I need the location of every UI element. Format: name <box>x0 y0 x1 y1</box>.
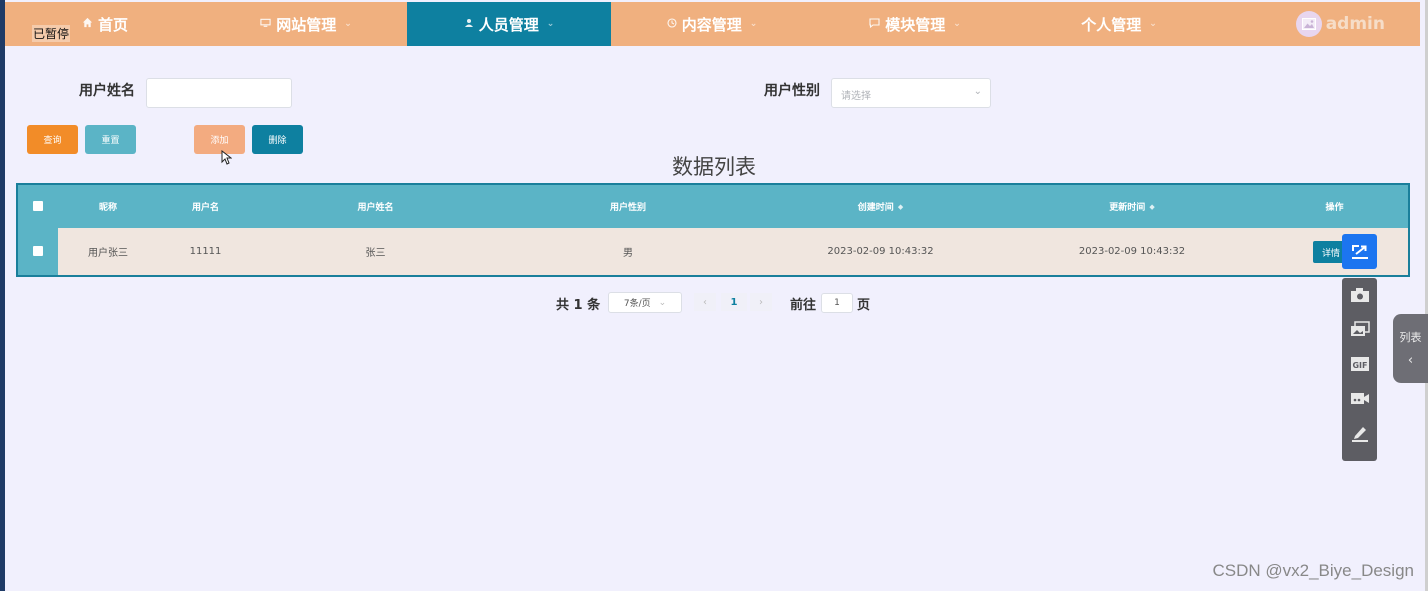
monitor-icon <box>260 18 271 31</box>
nav-item-content[interactable]: 内容管理 ⌄ <box>611 2 813 46</box>
user-menu[interactable]: admin <box>1295 2 1385 46</box>
column-header: 用户名 <box>191 203 219 213</box>
name-input[interactable] <box>146 78 292 108</box>
chevron-down-icon: ⌄ <box>973 86 982 97</box>
sort-icon[interactable]: ◆ <box>1149 203 1154 211</box>
nav-item-website[interactable]: 网站管理 ⌄ <box>205 2 407 46</box>
side-list-tab[interactable]: 列表 ‹ <box>1393 314 1428 383</box>
svg-text:GIF: GIF <box>1352 361 1367 370</box>
goto-suffix: 页 <box>857 298 871 313</box>
home-icon <box>82 17 93 31</box>
table-cell: 张三 <box>365 248 386 259</box>
chevron-down-icon: ⌄ <box>953 19 961 29</box>
row-checkbox[interactable] <box>33 246 43 256</box>
column-header: 用户姓名 <box>357 203 394 213</box>
screenshot-scroll-icon[interactable] <box>1349 320 1370 338</box>
nav-label: 内容管理 <box>681 15 742 34</box>
column-header: 用户性别 <box>609 203 646 213</box>
chevron-down-icon: ⌄ <box>658 297 667 308</box>
table-cell: 2023-02-09 10:43:32 <box>827 246 934 257</box>
watermark: CSDN @vx2_Biye_Design <box>1212 561 1414 580</box>
nav-label: 模块管理 <box>885 15 946 34</box>
prev-page-button[interactable]: ‹ <box>694 293 716 311</box>
side-list-label: 列表 <box>1399 331 1422 344</box>
top-nav: 首页 网站管理 ⌄ 人员管理 ⌄ 内容管理 ⌄ 模块管理 ⌄ 个人管理 ⌄ ad… <box>5 2 1420 46</box>
pen-icon[interactable] <box>1349 424 1370 442</box>
table-header: 昵称 用户名 用户姓名 用户性别 创建时间 ◆ 更新时间 ◆ 操作 <box>18 185 1408 228</box>
user-name: admin <box>1325 14 1385 34</box>
nav-label: 人员管理 <box>478 15 539 34</box>
nav-item-modules[interactable]: 模块管理 ⌄ <box>813 2 1017 46</box>
nav-label: 网站管理 <box>276 15 337 34</box>
add-button[interactable]: 添加 <box>194 125 245 154</box>
goto-page-input[interactable]: 1 <box>821 293 853 313</box>
query-button[interactable]: 查询 <box>27 125 78 154</box>
chevron-down-icon: ⌄ <box>749 19 758 29</box>
pagination-total: 共 1 条 <box>556 298 601 313</box>
column-header: 操作 <box>1325 203 1344 213</box>
left-window-edge <box>0 0 5 591</box>
data-table: 昵称 用户名 用户姓名 用户性别 创建时间 ◆ 更新时间 ◆ 操作 用户张三 111… <box>16 183 1410 277</box>
chevron-down-icon: ⌄ <box>1149 19 1157 29</box>
row-select-cell <box>18 228 58 275</box>
gender-select[interactable]: 请选择 ⌄ <box>831 78 991 108</box>
chevron-down-icon: ⌄ <box>344 19 352 29</box>
camera-icon[interactable] <box>1349 286 1370 304</box>
reset-button[interactable]: 重置 <box>85 125 136 154</box>
chevron-down-icon: ⌄ <box>546 19 555 29</box>
table-cell: 用户张三 <box>88 248 128 259</box>
gender-placeholder: 请选择 <box>841 91 871 102</box>
select-all-checkbox[interactable] <box>33 201 43 211</box>
nav-label: 个人管理 <box>1081 15 1142 34</box>
chat-icon <box>869 17 880 31</box>
chevron-left-icon: ‹ <box>1407 353 1414 368</box>
gif-icon[interactable]: GIF <box>1349 355 1370 373</box>
list-title: 数据列表 <box>672 155 756 179</box>
goto-prefix: 前往 <box>790 298 817 313</box>
nav-label: 首页 <box>97 15 128 34</box>
column-header-sortable[interactable]: 创建时间 ◆ <box>758 185 1003 228</box>
column-header: 昵称 <box>98 203 117 213</box>
table-cell: 男 <box>623 248 633 259</box>
capture-toolbar: GIF <box>1342 278 1377 461</box>
current-page[interactable]: 1 <box>721 293 747 311</box>
table-cell: 11111 <box>189 246 222 257</box>
user-icon <box>464 18 474 31</box>
share-icon <box>1351 244 1368 259</box>
clock-icon <box>667 17 677 31</box>
share-button[interactable] <box>1342 234 1377 269</box>
sort-icon[interactable]: ◆ <box>898 203 903 211</box>
page-size-value: 7条/页 <box>623 299 651 309</box>
column-header-label: 更新时间 <box>1109 203 1146 213</box>
video-record-icon[interactable] <box>1349 389 1370 407</box>
paused-indicator: 已暂停 <box>32 25 71 42</box>
column-header-sortable[interactable]: 更新时间 ◆ <box>1003 185 1261 228</box>
image-icon <box>1301 18 1316 30</box>
column-header-label: 创建时间 <box>857 203 894 213</box>
nav-item-personal[interactable]: 个人管理 ⌄ <box>1017 2 1221 46</box>
next-page-button[interactable]: › <box>750 293 772 311</box>
name-label: 用户姓名 <box>79 83 135 99</box>
nav-item-personnel[interactable]: 人员管理 ⌄ <box>407 2 611 46</box>
table-cell: 2023-02-09 10:43:32 <box>1078 246 1186 257</box>
gender-label: 用户性别 <box>764 83 820 99</box>
delete-button[interactable]: 删除 <box>252 125 303 154</box>
avatar <box>1295 11 1322 37</box>
page-size-select[interactable]: 7条/页 ⌄ <box>608 292 682 313</box>
